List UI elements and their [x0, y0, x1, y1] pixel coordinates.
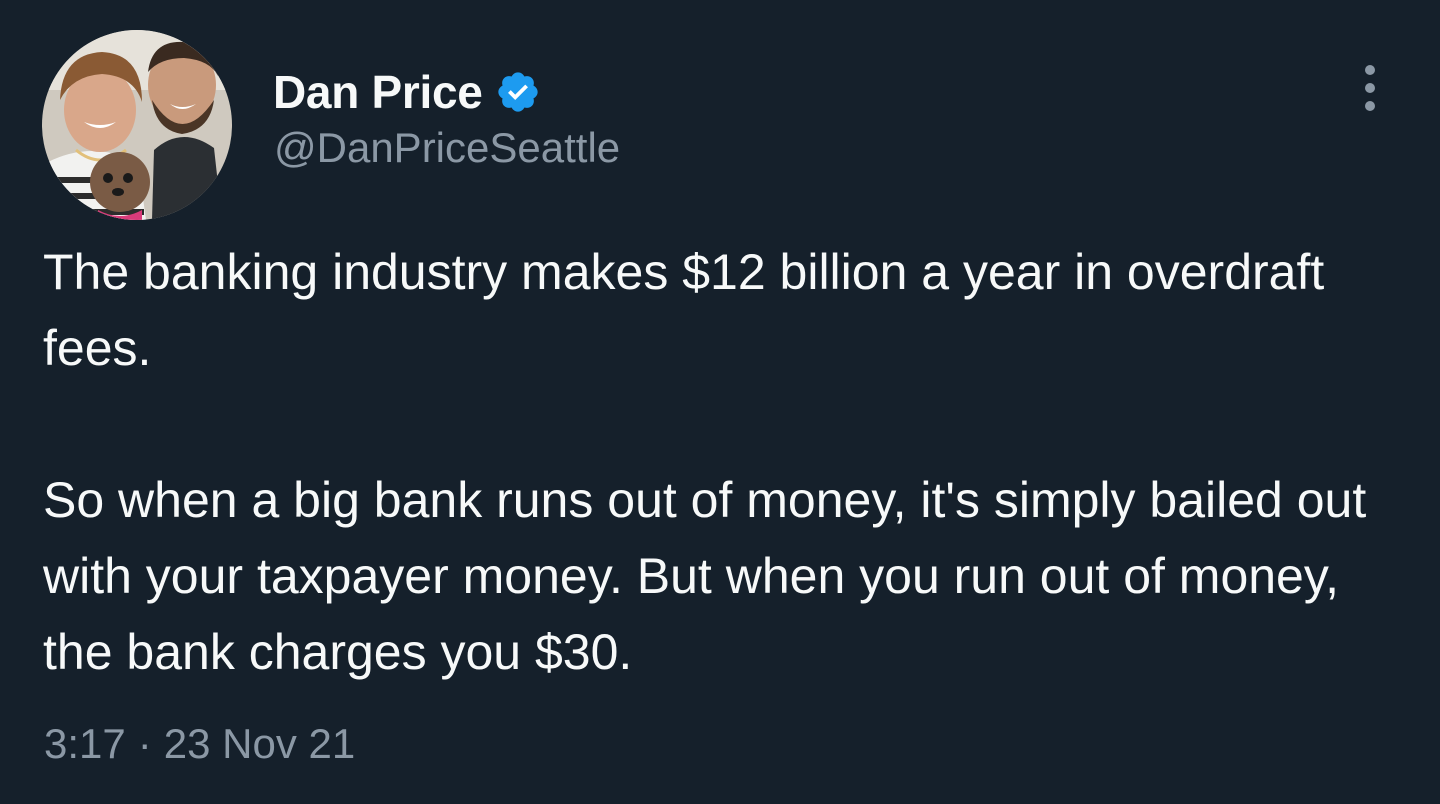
- author-name-row: Dan Price: [273, 64, 541, 120]
- author-handle[interactable]: @DanPriceSeattle: [274, 124, 620, 172]
- more-options-icon-dot: [1365, 101, 1375, 111]
- tweet-date: 23 Nov 21: [163, 720, 356, 767]
- author-avatar[interactable]: [42, 30, 232, 220]
- tweet-timestamp[interactable]: 3:17 · 23 Nov 21: [44, 720, 355, 768]
- author-display-name[interactable]: Dan Price: [273, 65, 483, 119]
- tweet-time: 3:17: [44, 720, 126, 767]
- more-options-icon-dot: [1365, 83, 1375, 93]
- more-options-button[interactable]: [1340, 58, 1400, 118]
- tweet-paragraph: The banking industry makes $12 billion a…: [43, 244, 1325, 376]
- tweet-paragraph: So when a big bank runs out of money, it…: [43, 472, 1367, 680]
- verified-badge-icon[interactable]: [495, 69, 541, 115]
- meta-separator: ·: [137, 720, 152, 767]
- tweet-card: Dan Price @DanPriceSeattle The banking i…: [0, 0, 1440, 804]
- more-options-icon: [1365, 65, 1375, 75]
- avatar-photo-icon: [42, 30, 232, 220]
- tweet-text: The banking industry makes $12 billion a…: [43, 234, 1413, 690]
